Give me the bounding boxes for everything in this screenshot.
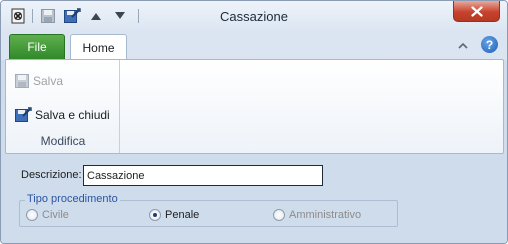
window-title: Cassazione <box>220 9 288 24</box>
save-close-icon <box>15 107 32 122</box>
description-input[interactable] <box>83 165 323 186</box>
tab-home[interactable]: Home <box>70 34 127 60</box>
radio-amministrativo-label: Amministrativo <box>289 209 362 221</box>
description-label: Descrizione: <box>21 169 82 181</box>
ribbon-minimize-icon[interactable] <box>456 40 470 52</box>
radio-button-icon <box>273 209 285 221</box>
help-icon[interactable]: ? <box>481 36 498 53</box>
ribbon-group-label: Modifica <box>40 134 86 148</box>
radio-amministrativo[interactable]: Amministrativo <box>273 209 361 221</box>
radio-civile-label: Civile <box>42 209 69 221</box>
save-and-close-label: Salva e chiudi <box>35 108 110 122</box>
save-button[interactable]: Salva <box>14 70 63 92</box>
save-icon <box>15 74 29 88</box>
form-area: Descrizione: Tipo procedimento Civile Pe… <box>1 155 507 243</box>
close-icon <box>470 5 483 17</box>
procedure-type-legend: Tipo procedimento <box>25 193 120 205</box>
radio-penale-label: Penale <box>165 209 200 221</box>
ribbon-panel: Salva Salva e chiudi Modifica <box>5 59 504 154</box>
ribbon-tab-strip: File Home ? <box>1 32 507 60</box>
title-bar: Cassazione <box>1 1 507 32</box>
radio-civile[interactable]: Civile <box>26 209 69 221</box>
radio-button-icon <box>26 209 38 221</box>
ribbon-group-modifica: Salva Salva e chiudi Modifica <box>6 60 120 153</box>
tab-file[interactable]: File <box>9 34 65 59</box>
save-label: Salva <box>33 74 64 88</box>
close-button[interactable] <box>453 1 500 22</box>
dialog-window: Cassazione File Home ? Salva Salva e chi… <box>0 0 508 244</box>
radio-penale[interactable]: Penale <box>149 209 199 221</box>
radio-button-icon <box>149 209 161 221</box>
save-and-close-button[interactable]: Salva e chiudi <box>14 104 110 126</box>
